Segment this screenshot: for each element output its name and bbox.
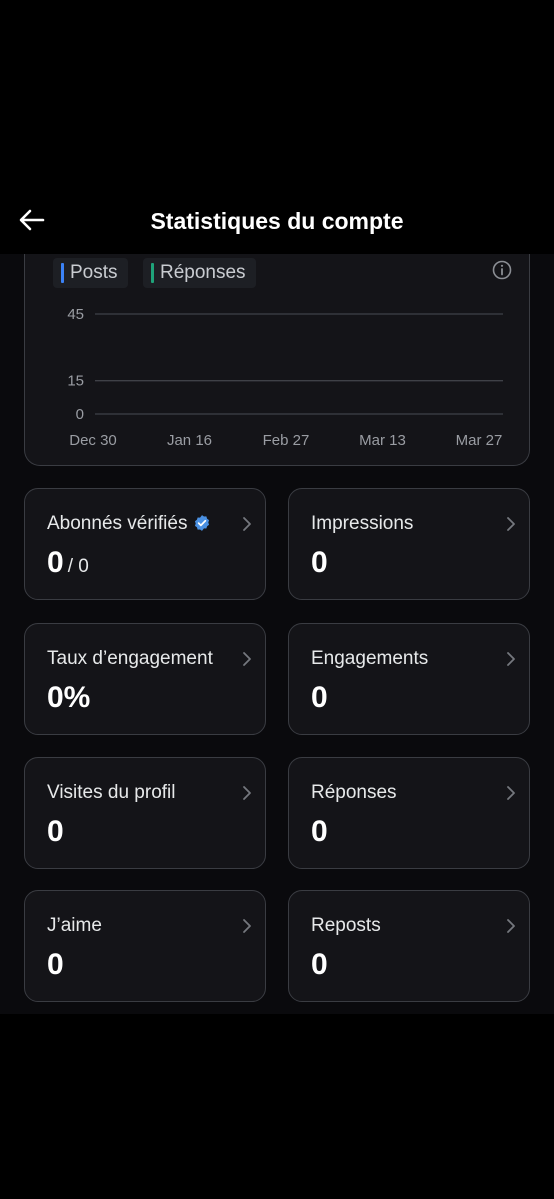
verified-badge-icon bbox=[193, 514, 211, 532]
stat-value-number: 0 bbox=[47, 546, 64, 579]
page-title: Statistiques du compte bbox=[150, 208, 404, 234]
y-tick-label: 45 bbox=[67, 306, 84, 323]
stat-label-text: Impressions bbox=[311, 513, 414, 534]
stat-card-impressions[interactable]: Impressions 0 bbox=[288, 488, 530, 600]
stat-label: Engagements bbox=[311, 648, 428, 670]
stat-value: 0/ 0 bbox=[47, 546, 89, 580]
stat-value-number: 0 bbox=[47, 948, 64, 981]
stat-card-reposts[interactable]: Reposts 0 bbox=[288, 890, 530, 1002]
stat-value-total: / 0 bbox=[67, 556, 89, 577]
stat-label-text: Visites du profil bbox=[47, 782, 176, 803]
chevron-right-icon bbox=[507, 517, 515, 531]
stat-card-taux-d-engagement[interactable]: Taux d’engagement 0% bbox=[24, 623, 266, 735]
stat-value-number: 0 bbox=[311, 681, 328, 714]
stat-value: 0% bbox=[47, 681, 90, 715]
x-tick-label: Feb 27 bbox=[263, 432, 310, 449]
stat-label-text: Taux d’engagement bbox=[47, 648, 213, 669]
stat-label: Reposts bbox=[311, 915, 381, 937]
x-tick-label: Mar 27 bbox=[456, 432, 503, 449]
stat-label: J’aime bbox=[47, 915, 102, 937]
stat-label-text: J’aime bbox=[47, 915, 102, 936]
stat-label-text: Reposts bbox=[311, 915, 381, 936]
y-tick-label: 0 bbox=[76, 406, 84, 423]
stat-value: 0 bbox=[311, 815, 328, 849]
y-tick-label: 15 bbox=[67, 373, 84, 390]
stat-value: 0 bbox=[47, 815, 64, 849]
activity-chart: 45 15 0 Dec 30 Jan 16 Feb 27 Mar 13 Mar 27 bbox=[67, 306, 503, 449]
x-tick-label: Mar 13 bbox=[359, 432, 406, 449]
stat-card-engagements[interactable]: Engagements 0 bbox=[288, 623, 530, 735]
analytics-page: Statistiques du compte Posts Réponses 45… bbox=[0, 0, 554, 1199]
stat-label-text: Abonnés vérifiés bbox=[47, 513, 188, 534]
stat-card-j-aime[interactable]: J’aime 0 bbox=[24, 890, 266, 1002]
chevron-right-icon bbox=[243, 517, 251, 531]
stat-label-text: Réponses bbox=[311, 782, 397, 803]
stat-label: Réponses bbox=[311, 782, 397, 804]
chevron-right-icon bbox=[507, 652, 515, 666]
stat-value: 0 bbox=[311, 546, 328, 580]
stat-value: 0 bbox=[47, 948, 64, 982]
activity-chart-card: Posts Réponses 45 15 0 Dec 30 Jan 16 Feb 27 Ma… bbox=[24, 254, 530, 466]
chevron-right-icon bbox=[243, 652, 251, 666]
top-bar: Statistiques du compte bbox=[0, 186, 554, 254]
stat-card-abonnes-verifies[interactable]: Abonnés vérifiés 0/ 0 bbox=[24, 488, 266, 600]
stat-label: Impressions bbox=[311, 513, 413, 535]
stat-value-number: 0 bbox=[47, 815, 64, 848]
stat-label: Taux d’engagement bbox=[47, 648, 213, 670]
stat-value: 0 bbox=[311, 948, 328, 982]
chevron-right-icon bbox=[507, 919, 515, 933]
stat-card-reponses[interactable]: Réponses 0 bbox=[288, 757, 530, 869]
x-tick-label: Jan 16 bbox=[167, 432, 212, 449]
x-tick-label: Dec 30 bbox=[69, 432, 117, 449]
stat-value-number: 0 bbox=[311, 546, 328, 579]
stat-label: Visites du profil bbox=[47, 782, 176, 804]
stat-value-number: 0 bbox=[311, 948, 328, 981]
chevron-right-icon bbox=[507, 786, 515, 800]
chevron-right-icon bbox=[243, 919, 251, 933]
stat-card-visites-du-profil[interactable]: Visites du profil 0 bbox=[24, 757, 266, 869]
stat-value-number: 0% bbox=[47, 681, 91, 714]
stat-value-number: 0 bbox=[311, 815, 328, 848]
chevron-right-icon bbox=[243, 786, 251, 800]
stat-label: Abonnés vérifiés bbox=[47, 513, 211, 535]
stat-label-text: Engagements bbox=[311, 648, 429, 669]
stat-value: 0 bbox=[311, 681, 328, 715]
